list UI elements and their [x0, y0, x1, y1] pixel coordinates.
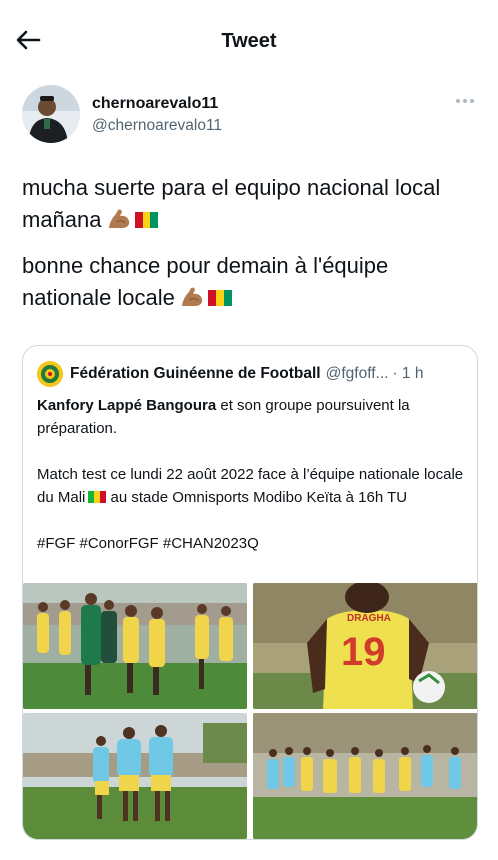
more-options-button[interactable] — [456, 99, 474, 103]
tweet-text-french: bonne chance pour demain à l'équipe nati… — [22, 253, 389, 310]
author-handle[interactable]: @chernoarevalo11 — [92, 117, 222, 135]
quoted-author-handle: @fgfoff... — [325, 365, 389, 382]
quoted-tweet-header: Fédération Guinéenne de Football @fgfoff… — [37, 360, 465, 388]
guinea-flag-icon — [134, 205, 159, 228]
photo-grid: DRAGHA 19 — [23, 583, 477, 839]
tweet-line-spanish: mucha suerte para el equipo nacional loc… — [22, 172, 482, 236]
more-dot-icon — [463, 99, 467, 103]
author-display-name[interactable]: chernoarevalo11 — [92, 95, 218, 113]
top-bar: Tweet — [0, 0, 498, 82]
avatar[interactable] — [22, 85, 80, 143]
quoted-match-text-b: au stade Omnisports Modibo Keïta à 16h T… — [106, 489, 408, 506]
quoted-paragraph-1: Kanfory Lappé Bangoura et son groupe pou… — [37, 394, 465, 440]
quoted-tweet-text: Kanfory Lappé Bangoura et son groupe pou… — [37, 394, 465, 578]
flexed-biceps-icon — [108, 209, 129, 228]
quoted-paragraph-2: Match test ce lundi 22 août 2022 face à … — [37, 463, 465, 509]
more-dot-icon — [456, 99, 460, 103]
tweet-text: mucha suerte para el equipo nacional loc… — [22, 172, 482, 328]
page-title: Tweet — [221, 30, 277, 52]
photo-team-training-3[interactable] — [253, 713, 477, 839]
more-dot-icon — [470, 99, 474, 103]
player-name: Kanfory Lappé Bangoura — [37, 397, 217, 414]
tweet-author: chernoarevalo11 @chernoarevalo11 — [22, 85, 482, 147]
quoted-tweet[interactable]: Fédération Guinéenne de Football @fgfoff… — [22, 345, 478, 840]
quoted-author-name[interactable]: Fédération Guinéenne de Football — [70, 365, 321, 383]
quoted-hashtags[interactable]: #FGF #ConorFGF #CHAN2023Q — [37, 532, 465, 555]
svg-text:19: 19 — [341, 630, 386, 674]
flexed-biceps-icon — [181, 287, 203, 306]
mali-flag-icon — [88, 487, 107, 503]
tweet-text-spanish: mucha suerte para el equipo nacional loc… — [22, 175, 441, 232]
guinea-flag-icon — [207, 283, 232, 306]
fgf-logo-icon — [37, 361, 63, 387]
svg-text:DRAGHA: DRAGHA — [347, 613, 391, 624]
photo-team-training-2[interactable] — [23, 713, 247, 839]
photo-player-jersey-19[interactable]: DRAGHA 19 — [253, 583, 477, 709]
photo-team-training-1[interactable] — [23, 583, 247, 709]
quoted-timestamp: · 1 h — [392, 365, 424, 382]
tweet-line-french: bonne chance pour demain à l'équipe nati… — [22, 250, 482, 314]
